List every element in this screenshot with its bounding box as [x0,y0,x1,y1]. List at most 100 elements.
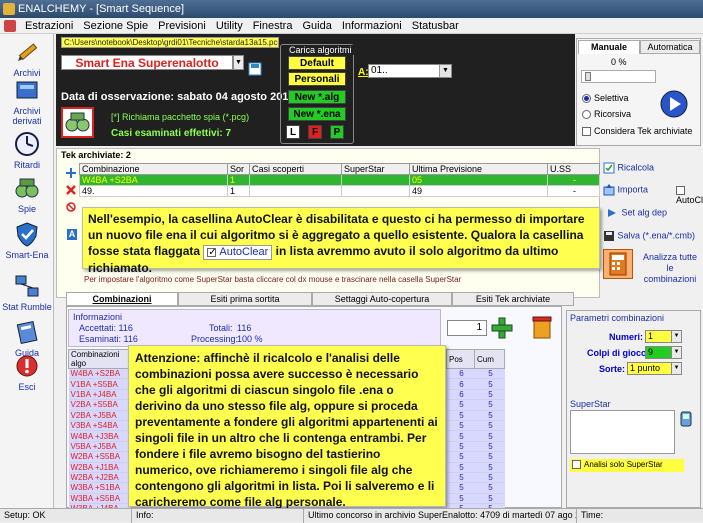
menu-previsioni[interactable]: Previsioni [153,20,211,32]
tab-manuale[interactable]: Manuale [578,40,640,54]
analizza-button[interactable] [603,249,633,279]
font-a-icon[interactable]: A [67,229,77,240]
count-input[interactable]: 1 [447,320,487,336]
personali-button[interactable]: Personali [288,72,346,86]
sidebar-item-spie[interactable]: Spie [0,174,54,214]
load-p-button[interactable]: P [330,125,344,139]
add-plus-icon[interactable] [491,317,513,339]
sorte-select[interactable]: 1 punto [627,362,675,375]
autoclear-chip: ✓ AutoClear [203,245,273,260]
ricalcola-button[interactable]: Ricalcola [603,162,654,174]
sidebar-item-smart-ena[interactable]: Smart-Ena [0,220,54,260]
tab-esiti-tek[interactable]: Esiti Tek archiviate [452,292,574,306]
colpi-label: Colpi di gioco: [587,348,650,358]
col-ultima[interactable]: Ultima Previsione [409,163,548,175]
menu-estrazioni[interactable]: Estrazioni [20,20,78,32]
chevron-down-icon[interactable]: ▼ [439,65,451,77]
col-combinazione[interactable]: Combinazione [79,163,228,175]
new-alg-button[interactable]: New *.alg [288,90,346,104]
menu-guida[interactable]: Guida [297,20,336,32]
sidebar-item-esci[interactable]: Esci [0,352,54,392]
esaminati: Esaminati: 116 [79,334,138,344]
cell: 5 [474,493,505,505]
checkbox-label: Analisi solo SuperStar [584,460,663,469]
tab-settaggi[interactable]: Settaggi Auto-copertura [312,292,452,306]
col-superstar[interactable]: SuperStar [341,163,410,175]
game-select[interactable]: Smart Ena Superenalotto [61,55,233,70]
cell: 05 [409,174,548,186]
sidebar-item-ritardi[interactable]: Ritardi [0,130,54,170]
checkbox [572,460,581,470]
tek-title: Tek archiviate: 2 [61,150,131,160]
import-icon [603,184,615,196]
status-bar: Setup: OK Info: Ultimo concorso in archi… [0,508,703,523]
col-casi[interactable]: Casi scoperti [249,163,342,175]
cell: 5 [474,389,505,401]
observation-date: Data di osservazione: sabato 04 agosto 2… [61,91,295,103]
chevron-down-icon[interactable]: ▼ [233,55,244,70]
col-uss[interactable]: U.SS [547,163,600,175]
cell [341,174,410,186]
sidebar-item-archivi[interactable]: Archivi [0,38,54,78]
menu-statusbar[interactable]: Statusbar [407,20,464,32]
plus-icon[interactable] [66,168,76,178]
tek-tools: Ricalcola Importa AutoClear Set alg dep … [601,152,703,298]
spy-package-button[interactable] [61,107,94,138]
date-value: sabato 04 agosto 2012 [177,91,295,103]
tab-esiti-prima[interactable]: Esiti prima sortita [178,292,312,306]
salva-button[interactable]: Salva (*.ena/*.cmb) [603,230,695,242]
trash-icon[interactable] [531,315,553,339]
superstar-label: SuperStar [570,399,611,409]
cellphone-icon[interactable] [679,411,693,427]
date-label: Data di osservazione: [61,91,175,103]
totali-value: 116 [237,323,252,333]
speed-slider[interactable] [581,70,656,83]
delete-icon[interactable] [66,185,76,195]
cell: V3BA +S4BA [68,420,129,432]
considera-tek-checkbox[interactable]: Considera Tek archiviate [582,126,692,137]
radio-button [582,110,591,120]
autoclear-checkbox[interactable]: AutoClear [676,185,703,205]
new-ena-button[interactable]: New *.ena [288,107,346,121]
save-disk-icon[interactable] [248,62,262,76]
document-icon[interactable] [4,19,16,32]
col-combinazioni[interactable]: Combinazioni algo [68,349,129,369]
importa-label: Importa [617,184,649,195]
load-l-button[interactable]: L [286,125,300,139]
default-button[interactable]: Default [288,56,346,70]
col-sor[interactable]: Sor [227,163,250,175]
cell: W4BA +J3BA [68,430,129,442]
radio-ricorsiva[interactable]: Ricorsiva [582,109,631,120]
sidebar-item-archivi-derivati[interactable]: Archivi derivati [0,76,54,126]
menu-informazioni[interactable]: Informazioni [337,20,407,32]
chevron-down-icon[interactable]: ▼ [671,362,682,375]
sidebar-item-stat-rumble[interactable]: Stat Rumble [0,272,54,312]
tab-automatica[interactable]: Automatica [640,40,700,54]
menu-utility[interactable]: Utility [211,20,248,32]
play-icon[interactable] [660,90,688,118]
menu-finestra[interactable]: Finestra [248,20,298,32]
col-pos[interactable]: Pos [446,349,475,369]
info-title: Informazioni [73,312,123,322]
salva-label: Salva (*.ena/*.cmb) [617,230,696,241]
table-row[interactable]: 49. 1 49 - [79,185,600,197]
set-alg-dep-button[interactable]: Set alg dep [607,207,667,219]
importa-button[interactable]: Importa [603,184,648,196]
superstar-dropzone[interactable] [570,410,675,454]
cell: W4BA +S2BA [79,174,228,186]
col-cum[interactable]: Cum [474,349,505,369]
tab-combinazioni[interactable]: Combinazioni algoritmiche [66,292,178,317]
block-icon[interactable] [66,202,76,212]
sidebar-label: Ritardi [13,160,40,170]
table-row[interactable]: W4BA +S2BA 1 05 - [79,174,600,186]
cell [249,174,342,186]
cell: 5 [446,420,475,432]
cell: - [547,185,600,197]
menu-sezione-spie[interactable]: Sezione Spie [78,20,153,32]
radio-selettiva[interactable]: Selettiva [582,93,629,104]
chevron-down-icon[interactable]: ▼ [671,330,682,343]
cell: 6 [446,378,475,390]
analisi-superstar-checkbox[interactable]: Analisi solo SuperStar [570,459,684,472]
chevron-down-icon[interactable]: ▼ [671,346,682,359]
load-f-button[interactable]: F [308,125,322,139]
